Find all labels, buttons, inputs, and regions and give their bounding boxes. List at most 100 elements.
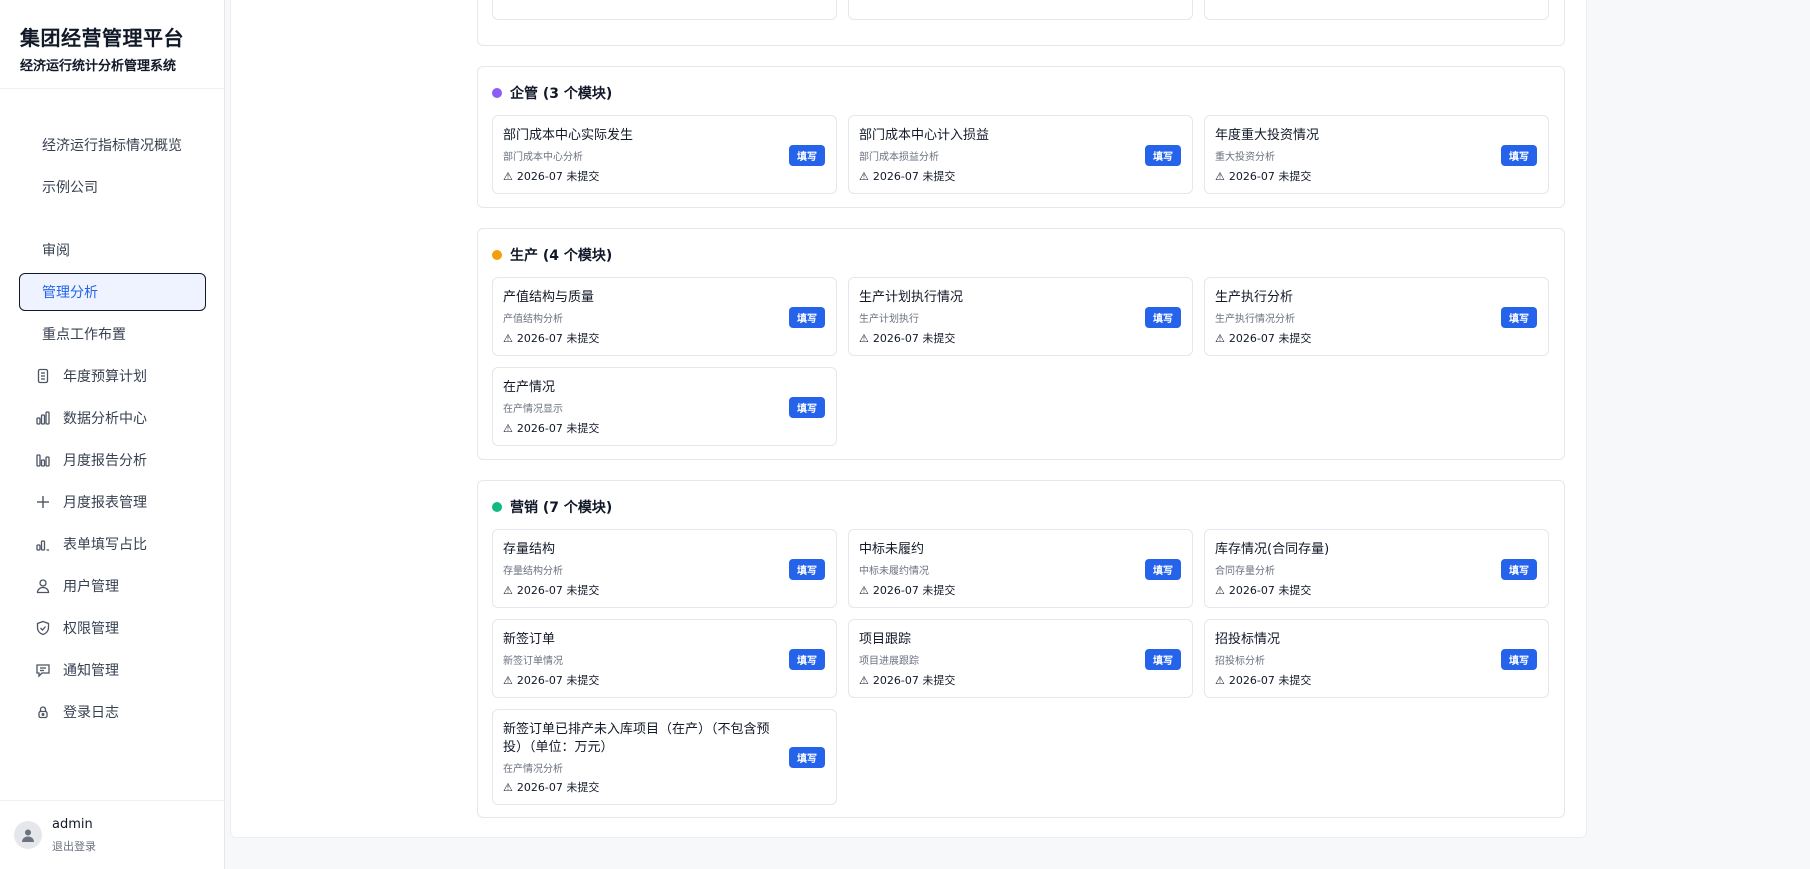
- fill-button[interactable]: 填写: [1145, 145, 1181, 166]
- module-card[interactable]: 生产执行分析 生产执行情况分析 ⚠ 2026-07 未提交 填写: [1204, 277, 1549, 356]
- status-text: 2026-07 未提交: [1228, 332, 1312, 345]
- module-title: 存量结构: [503, 542, 556, 557]
- module-subtitle: 中标未履约情况: [859, 566, 929, 577]
- main-content: ⚠2026-07 未提交填写⚠2026-07 未提交填写⚠2026-07 未提交…: [0, 0, 1810, 869]
- module-status: ⚠ 2026-07 未提交: [1215, 582, 1311, 598]
- module-card[interactable]: 部门成本中心实际发生 部门成本中心分析 ⚠ 2026-07 未提交 填写: [492, 115, 837, 194]
- section-color-dot: [492, 502, 502, 512]
- module-card[interactable]: ⚠2026-07 未提交填写: [1204, 0, 1549, 20]
- module-subtitle: 产值结构分析: [503, 314, 563, 325]
- fill-button[interactable]: 填写: [789, 747, 825, 768]
- module-card[interactable]: 部门成本中心计入损益 部门成本损益分析 ⚠ 2026-07 未提交 填写: [848, 115, 1193, 194]
- module-status: ⚠ 2026-07 未提交: [503, 582, 599, 598]
- section-title: 生产 (4 个模块): [492, 245, 612, 265]
- section-color-dot: [492, 250, 502, 260]
- warning-icon: ⚠: [1215, 169, 1225, 183]
- module-card[interactable]: ⚠2026-07 未提交填写: [492, 0, 837, 20]
- module-card[interactable]: 存量结构 存量结构分析 ⚠ 2026-07 未提交 填写: [492, 529, 837, 608]
- status-text: 2026-07 未提交: [1228, 170, 1312, 183]
- section-title-text: 企管 (3 个模块): [510, 86, 613, 102]
- module-card[interactable]: 招投标情况 招投标分析 ⚠ 2026-07 未提交 填写: [1204, 619, 1549, 698]
- module-title: 产值结构与质量: [503, 290, 595, 305]
- fill-button[interactable]: 填写: [1501, 145, 1537, 166]
- fill-button[interactable]: 填写: [1145, 559, 1181, 580]
- status-text: 2026-07 未提交: [516, 674, 600, 687]
- fill-button[interactable]: 填写: [1501, 559, 1537, 580]
- module-status: ⚠ 2026-07 未提交: [503, 672, 599, 688]
- module-subtitle: 新签订单情况: [503, 656, 563, 667]
- module-subtitle: 部门成本中心分析: [503, 152, 583, 163]
- status-text: 2026-07 未提交: [872, 332, 956, 345]
- fill-button[interactable]: 填写: [789, 397, 825, 418]
- module-status: ⚠ 2026-07 未提交: [503, 330, 599, 346]
- module-status: ⚠ 2026-07 未提交: [859, 672, 955, 688]
- status-text: 2026-07 未提交: [516, 781, 600, 794]
- module-card[interactable]: 生产计划执行情况生产计划执行 ⚠ 2026-07 未提交 填写: [848, 277, 1193, 356]
- section-title: 企管 (3 个模块): [492, 83, 612, 103]
- warning-icon: ⚠: [1215, 331, 1225, 345]
- status-text: 2026-07 未提交: [872, 170, 956, 183]
- warning-icon: ⚠: [859, 169, 869, 183]
- section-title-text: 生产 (4 个模块): [510, 248, 613, 264]
- module-status: ⚠ 2026-07 未提交: [503, 168, 599, 184]
- warning-icon: ⚠: [859, 331, 869, 345]
- module-status: ⚠ 2026-07 未提交: [859, 330, 955, 346]
- module-status: ⚠ 2026-07 未提交: [1215, 330, 1311, 346]
- status-text: 2026-07 未提交: [872, 674, 956, 687]
- warning-icon: ⚠: [1215, 673, 1225, 687]
- status-text: 2026-07 未提交: [516, 332, 600, 345]
- status-text: 2026-07 未提交: [516, 584, 600, 597]
- module-status: ⚠ 2026-07 未提交: [503, 779, 599, 795]
- status-text: 2026-07 未提交: [1228, 584, 1312, 597]
- module-subtitle: 在产情况分析: [503, 764, 563, 775]
- status-text: 2026-07 未提交: [516, 170, 600, 183]
- fill-button[interactable]: 填写: [1145, 649, 1181, 670]
- module-subtitle: 部门成本损益分析: [859, 152, 939, 163]
- module-title: 年度重大投资情况: [1215, 128, 1320, 143]
- module-card[interactable]: 项目跟踪项目进展跟踪 ⚠ 2026-07 未提交 填写: [848, 619, 1193, 698]
- warning-icon: ⚠: [503, 421, 513, 435]
- fill-button[interactable]: 填写: [1145, 307, 1181, 328]
- status-text: 2026-07 未提交: [1228, 674, 1312, 687]
- module-card[interactable]: 新签订单已排产未入库项目（在产）（不包含预投）（单位：万元） 在产情况分析 ⚠ 202…: [492, 709, 837, 805]
- module-subtitle: 项目进展跟踪: [859, 656, 919, 667]
- module-card[interactable]: 中标未履约 中标未履约情况 ⚠ 2026-07 未提交 填写: [848, 529, 1193, 608]
- module-subtitle: 生产计划执行: [859, 314, 919, 325]
- warning-icon: ⚠: [859, 583, 869, 597]
- module-subtitle: 在产情况显示: [503, 404, 563, 415]
- warning-icon: ⚠: [503, 583, 513, 597]
- section-yingxiao: 营销 (7 个模块) 存量结构 存量结构分析 ⚠ 2026-07 未提交 填写 中标未履约中…: [477, 480, 1565, 818]
- module-title: 新签订单: [503, 632, 556, 647]
- warning-icon: ⚠: [1215, 583, 1225, 597]
- module-title: 项目跟踪: [859, 632, 912, 647]
- section-shengchan: 生产 (4 个模块) 产值结构与质量 产值结构分析 ⚠ 2026-07 未提交 填写 生产计…: [477, 228, 1565, 460]
- module-card[interactable]: 库存情况(合同存量) 合同存量分析 ⚠ 2026-07 未提交 填写: [1204, 529, 1549, 608]
- status-text: 2026-07 未提交: [516, 422, 600, 435]
- module-card[interactable]: 在产情况 在产情况显示 ⚠ 2026-07 未提交 填写: [492, 367, 837, 446]
- fill-button[interactable]: 填写: [789, 649, 825, 670]
- module-title: 生产计划执行情况: [859, 290, 964, 305]
- section-color-dot: [492, 88, 502, 98]
- module-card[interactable]: 年度重大投资情况 重大投资分析 ⚠ 2026-07 未提交 填写: [1204, 115, 1549, 194]
- module-title: 招投标情况: [1215, 632, 1281, 647]
- warning-icon: ⚠: [503, 673, 513, 687]
- fill-button[interactable]: 填写: [789, 145, 825, 166]
- module-status: ⚠ 2026-07 未提交: [1215, 672, 1311, 688]
- module-status: ⚠ 2026-07 未提交: [859, 582, 955, 598]
- fill-button[interactable]: 填写: [789, 307, 825, 328]
- warning-icon: ⚠: [503, 331, 513, 345]
- module-status: ⚠ 2026-07 未提交: [859, 168, 955, 184]
- section-title: 营销 (7 个模块): [492, 497, 612, 517]
- module-card[interactable]: 产值结构与质量产值结构分析 ⚠ 2026-07 未提交 填写: [492, 277, 837, 356]
- warning-icon: ⚠: [859, 673, 869, 687]
- module-card[interactable]: ⚠2026-07 未提交填写: [848, 0, 1193, 20]
- fill-button[interactable]: 填写: [789, 559, 825, 580]
- warning-icon: ⚠: [503, 169, 513, 183]
- section-top-partial: ⚠2026-07 未提交填写 ⚠2026-07 未提交填写 ⚠2026-07 未提交…: [477, 0, 1565, 46]
- module-subtitle: 生产执行情况分析: [1215, 314, 1295, 325]
- module-card[interactable]: 新签订单新签订单情况 ⚠ 2026-07 未提交 填写: [492, 619, 837, 698]
- fill-button[interactable]: 填写: [1501, 649, 1537, 670]
- module-title: 库存情况(合同存量): [1215, 542, 1330, 557]
- warning-icon: ⚠: [503, 780, 513, 794]
- fill-button[interactable]: 填写: [1501, 307, 1537, 328]
